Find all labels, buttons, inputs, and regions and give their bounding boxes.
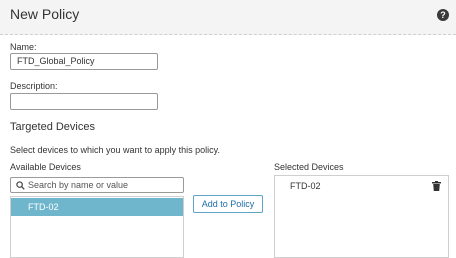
dialog-title: New Policy <box>10 6 80 22</box>
name-label: Name: <box>10 42 37 52</box>
selected-devices-label: Selected Devices <box>274 162 344 172</box>
help-icon[interactable]: ? <box>437 9 449 21</box>
targeted-devices-instruction: Select devices to which you want to appl… <box>10 145 220 155</box>
available-devices-label: Available Devices <box>10 162 81 172</box>
add-to-policy-button[interactable]: Add to Policy <box>193 195 263 213</box>
available-devices-list[interactable]: FTD-02 <box>10 196 184 258</box>
available-device-item[interactable]: FTD-02 <box>11 198 183 216</box>
description-field[interactable] <box>10 93 158 110</box>
description-label: Description: <box>10 81 58 91</box>
selected-devices-list: FTD-02 <box>274 175 449 258</box>
dialog-header: New Policy ? <box>0 0 456 35</box>
trash-icon[interactable] <box>432 181 441 191</box>
search-placeholder: Search by name or value <box>28 180 129 190</box>
search-icon <box>16 181 25 190</box>
targeted-devices-heading: Targeted Devices <box>10 121 95 133</box>
search-input[interactable]: Search by name or value <box>10 177 184 193</box>
selected-device-item: FTD-02 <box>290 181 321 191</box>
name-field[interactable]: FTD_Global_Policy <box>10 53 158 70</box>
